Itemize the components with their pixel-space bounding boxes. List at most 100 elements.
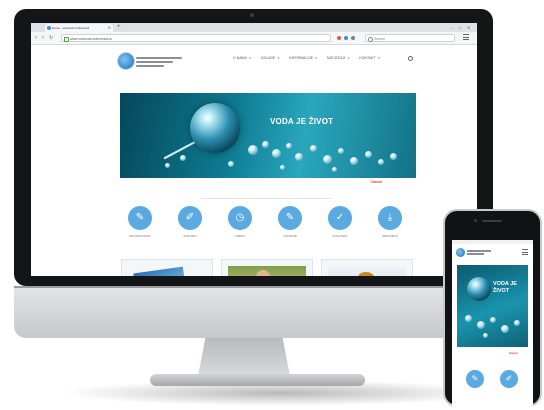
water-droplet-image	[190, 103, 240, 153]
quick-link-label: Očitanje	[283, 234, 297, 238]
phone-device: VODA JE ŽIVOT Canon ✎ ✐	[443, 209, 542, 408]
search-placeholder: Search	[374, 37, 386, 41]
phone-camera	[474, 219, 477, 222]
droplet	[514, 320, 520, 326]
browser-tab-bar: Home - Vodovod Crikvenica ✕ + – □ ✕	[31, 23, 477, 32]
droplet	[262, 141, 269, 148]
browser-toolbar: ‹ › ↻ www.vodovod-crikvenica.hr Search	[31, 32, 477, 45]
phone-speaker	[482, 220, 502, 222]
phone-menu-icon[interactable]	[522, 249, 528, 257]
quick-link-label: Zahtjevi	[183, 234, 197, 238]
phone-hero-banner: VODA JE ŽIVOT	[457, 265, 528, 347]
news-card[interactable]	[121, 259, 213, 276]
droplet	[272, 149, 281, 158]
pencil-icon[interactable]: ✎	[466, 370, 484, 388]
quick-link-label: Prijava kvara	[129, 234, 151, 238]
news-card[interactable]	[221, 259, 313, 276]
pencil-icon: ✎	[128, 206, 152, 230]
card-image-brochure	[133, 266, 185, 276]
browser-search-input[interactable]: Search	[365, 34, 455, 42]
droplet	[378, 159, 384, 165]
imac-camera	[250, 13, 254, 17]
new-tab-icon[interactable]: +	[117, 24, 121, 31]
url-text: www.vodovod-crikvenica.hr	[70, 37, 113, 41]
extension-icon[interactable]	[344, 36, 348, 40]
phone-site-logo[interactable]	[456, 248, 465, 257]
droplet	[248, 145, 258, 155]
quick-link-item[interactable]: ✐ Zahtjevi	[165, 206, 215, 238]
edit-icon[interactable]: ✐	[500, 370, 518, 388]
droplet	[490, 317, 496, 323]
droplet	[477, 321, 485, 329]
quick-link-label: Cjenik	[235, 234, 245, 238]
quick-link-item[interactable]: ✎ Prijava kvara	[115, 206, 165, 238]
droplet	[483, 333, 488, 338]
droplet	[323, 155, 332, 164]
clock-icon: ◷	[228, 206, 252, 230]
hero-banner: VODA JE ŽIVOT	[120, 93, 416, 178]
nav-item[interactable]: KONTAKT	[359, 56, 380, 60]
lock-icon	[64, 37, 69, 42]
quick-link-item[interactable]: ◷ Cjenik	[215, 206, 265, 238]
close-window-icon[interactable]: ✕	[467, 24, 470, 31]
check-icon: ✓	[328, 206, 352, 230]
bee-icon	[358, 272, 374, 276]
droplet	[465, 315, 472, 322]
hero-credit: Canon	[371, 180, 382, 184]
extension-icon[interactable]	[337, 36, 341, 40]
browser-tab[interactable]: Home - Vodovod Crikvenica ✕	[45, 24, 113, 32]
hamburger-menu-icon[interactable]	[463, 34, 469, 40]
imac-screen: Home - Vodovod Crikvenica ✕ + – □ ✕ ‹ › …	[31, 23, 477, 276]
imac-chin-edge	[14, 286, 493, 288]
imac-stand-neck	[198, 338, 290, 376]
site-logo-text	[136, 57, 182, 69]
nav-item[interactable]: INFORMACIJE	[289, 56, 317, 60]
quick-link-item[interactable]: ✓ Kvaliteta	[315, 206, 365, 238]
hero-title: VODA JE ŽIVOT	[270, 117, 334, 126]
droplet	[501, 325, 509, 333]
imac-display: Home - Vodovod Crikvenica ✕ + – □ ✕ ‹ › …	[14, 9, 493, 286]
quick-link-item[interactable]: ✎ Očitanje	[265, 206, 315, 238]
droplet	[286, 143, 292, 149]
droplet	[280, 165, 285, 170]
site-logo[interactable]	[117, 52, 135, 70]
phone-droplet-image	[467, 277, 491, 301]
quick-links: ✎ Prijava kvara ✐ Zahtjevi ◷ Cjenik ✎ Oč…	[115, 206, 415, 246]
address-bar[interactable]: www.vodovod-crikvenica.hr	[61, 34, 331, 42]
imac-stand-foot	[150, 374, 365, 386]
tab-title: Home - Vodovod Crikvenica	[52, 26, 90, 30]
phone-logo-text	[467, 250, 491, 256]
droplet	[228, 161, 234, 167]
phone-screen: VODA JE ŽIVOT Canon ✎ ✐	[452, 240, 533, 408]
maximize-icon[interactable]: □	[459, 24, 461, 31]
reload-icon[interactable]: ↻	[49, 34, 53, 42]
edit2-icon: ✎	[278, 206, 302, 230]
download-icon: ⤓	[378, 206, 402, 230]
nav-item[interactable]: NATJEČAJI	[327, 56, 350, 60]
minimize-icon[interactable]: –	[451, 24, 453, 31]
droplet	[390, 153, 397, 160]
droplet	[180, 155, 186, 161]
droplet	[338, 148, 344, 154]
nav-item[interactable]: O NAMA	[233, 56, 251, 60]
favicon-icon	[47, 26, 51, 30]
site-search-icon[interactable]	[408, 56, 413, 61]
droplet	[332, 167, 337, 172]
quick-link-label: Obavijesti	[382, 234, 398, 238]
quick-link-label: Kvaliteta	[332, 234, 348, 238]
site-header	[31, 45, 477, 85]
extension-icon[interactable]	[351, 36, 355, 40]
quick-link-item[interactable]: ⤓ Obavijesti	[365, 206, 415, 238]
forward-icon[interactable]: ›	[42, 34, 44, 42]
section-divider	[201, 198, 331, 199]
search-icon	[368, 36, 373, 42]
main-nav: O NAMA USLUGE INFORMACIJE NATJEČAJI KONT…	[233, 56, 380, 60]
phone-status-bar	[452, 240, 533, 244]
phone-hero-title: VODA JE ŽIVOT	[493, 281, 517, 294]
droplet	[295, 153, 303, 161]
news-card[interactable]	[321, 259, 413, 276]
close-tab-icon[interactable]: ✕	[108, 24, 111, 32]
back-icon[interactable]: ‹	[35, 34, 37, 42]
edit-icon: ✐	[178, 206, 202, 230]
nav-item[interactable]: USLUGE	[261, 56, 280, 60]
